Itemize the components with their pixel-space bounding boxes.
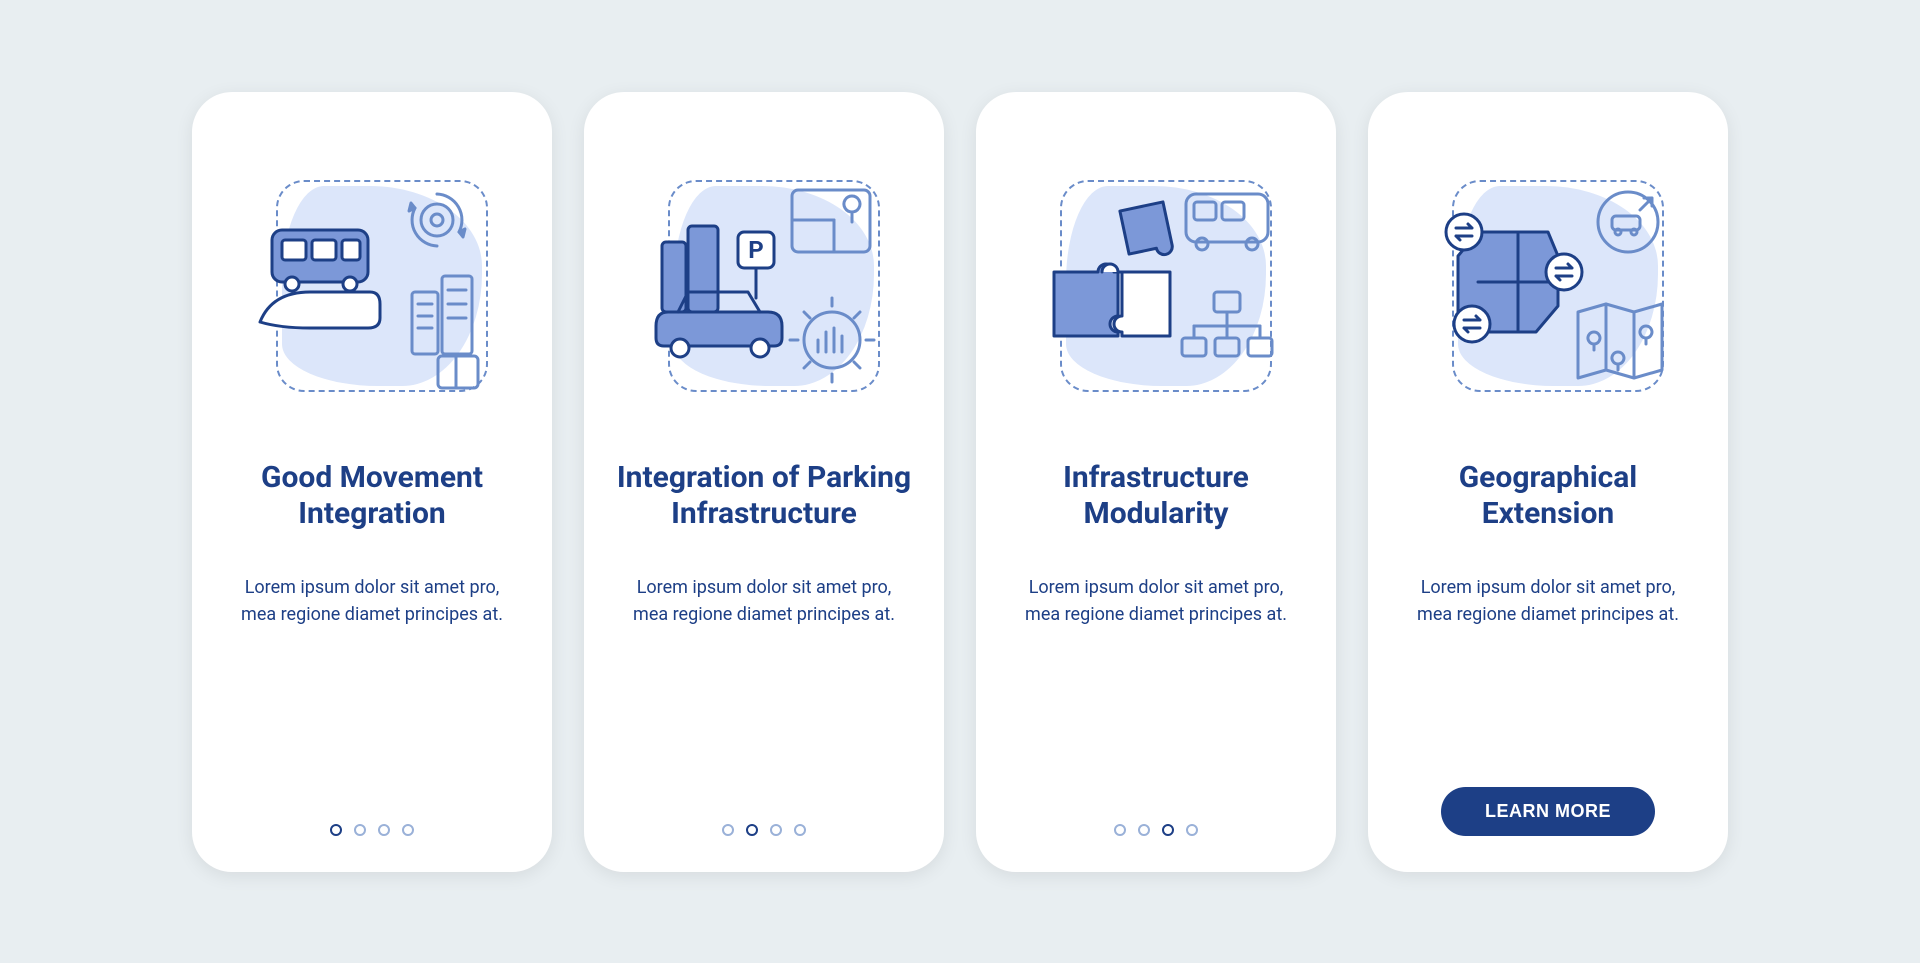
pagination-dots[interactable]: [722, 824, 806, 836]
dot-1[interactable]: [330, 824, 342, 836]
illustration-parking: P: [634, 172, 894, 412]
dot-4[interactable]: [402, 824, 414, 836]
dot-1[interactable]: [1114, 824, 1126, 836]
illustration-geographical: [1418, 172, 1678, 412]
dot-4[interactable]: [1186, 824, 1198, 836]
dot-3[interactable]: [770, 824, 782, 836]
svg-text:P: P: [748, 236, 763, 264]
screen-body: Lorem ipsum dolor sit amet pro, mea regi…: [224, 574, 520, 628]
onboarding-screen-1: Good Movement Integration Lorem ipsum do…: [192, 92, 552, 872]
onboarding-screen-2: P Integration of Parking Infrastructure …: [584, 92, 944, 872]
dot-1[interactable]: [722, 824, 734, 836]
movement-icon: [242, 172, 502, 412]
onboarding-screen-4: Geographical Extension Lorem ipsum dolor…: [1368, 92, 1728, 872]
geographical-icon: [1418, 172, 1678, 412]
onboarding-screen-3: Infrastructure Modularity Lorem ipsum do…: [976, 92, 1336, 872]
screen-body: Lorem ipsum dolor sit amet pro, mea regi…: [616, 574, 912, 628]
screen-title: Geographical Extension: [1400, 440, 1696, 552]
illustration-modularity: [1026, 172, 1286, 412]
pagination-dots[interactable]: [330, 824, 414, 836]
dot-3[interactable]: [1162, 824, 1174, 836]
screen-title: Good Movement Integration: [224, 440, 520, 552]
dot-2[interactable]: [1138, 824, 1150, 836]
dot-2[interactable]: [354, 824, 366, 836]
screen-body: Lorem ipsum dolor sit amet pro, mea regi…: [1008, 574, 1304, 628]
modularity-icon: [1026, 172, 1286, 412]
dot-3[interactable]: [378, 824, 390, 836]
dot-2[interactable]: [746, 824, 758, 836]
screen-body: Lorem ipsum dolor sit amet pro, mea regi…: [1400, 574, 1696, 628]
screen-title: Integration of Parking Infrastructure: [616, 440, 912, 552]
pagination-dots[interactable]: [1114, 824, 1198, 836]
dot-4[interactable]: [794, 824, 806, 836]
parking-icon: P: [634, 172, 894, 412]
learn-more-button[interactable]: LEARN MORE: [1441, 787, 1655, 836]
screen-title: Infrastructure Modularity: [1008, 440, 1304, 552]
illustration-movement: [242, 172, 502, 412]
